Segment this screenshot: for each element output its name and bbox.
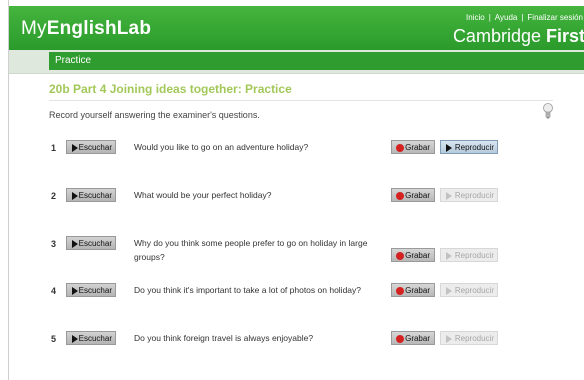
play-icon	[72, 240, 78, 248]
help-link[interactable]: Ayuda	[495, 13, 518, 22]
record-icon	[396, 144, 404, 152]
hint-lightbulb-icon[interactable]	[542, 102, 554, 120]
playback-button[interactable]: Reproducir	[440, 188, 498, 202]
listen-button[interactable]: Escuchar	[66, 283, 116, 297]
link-separator: |	[521, 13, 524, 22]
listen-button[interactable]: Escuchar	[66, 331, 116, 345]
question-number: 2	[51, 191, 57, 201]
play-icon	[446, 144, 452, 152]
play-icon	[72, 287, 78, 295]
listen-button-label: Escuchar	[78, 286, 112, 295]
logout-link[interactable]: Finalizar sesión	[527, 13, 583, 22]
listen-button[interactable]: Escuchar	[66, 188, 116, 202]
listen-button[interactable]: Escuchar	[66, 140, 116, 154]
header-bar: MyEnglishLab Inicio | Ayuda | Finalizar sesi…	[9, 6, 584, 50]
question-number: 5	[51, 334, 57, 344]
record-icon	[396, 287, 404, 295]
play-icon	[72, 335, 78, 343]
question-text: What would be your perfect holiday?	[134, 190, 272, 200]
playback-button-label: Reproducir	[454, 143, 494, 152]
listen-button-label: Escuchar	[78, 334, 112, 343]
question-number: 4	[51, 286, 57, 296]
playback-button[interactable]: Reproducir	[440, 248, 498, 262]
record-button[interactable]: Grabar	[391, 140, 435, 154]
question-number: 3	[51, 239, 57, 249]
product-title: Cambridge First	[453, 26, 584, 47]
record-button[interactable]: Grabar	[391, 283, 435, 297]
link-separator: |	[488, 13, 491, 22]
record-button-label: Grabar	[405, 251, 430, 260]
playback-button-label: Reproducir	[454, 191, 494, 200]
question-text: Do you think foreign travel is always en…	[134, 333, 314, 343]
tab-practice[interactable]: Practice	[49, 52, 584, 70]
play-icon	[446, 192, 452, 200]
listen-button-label: Escuchar	[78, 239, 112, 248]
play-icon	[446, 335, 452, 343]
brand-logo-part2: EnglishLab	[46, 18, 152, 39]
activity-title: 20b Part 4 Joining ideas together: Pract…	[49, 82, 292, 96]
question-text: Why do you think some people prefer to g…	[134, 238, 368, 262]
app-frame: MyEnglishLab Inicio | Ayuda | Finalizar sesi…	[8, 0, 584, 380]
playback-button[interactable]: Reproducir	[440, 283, 498, 297]
title-divider	[49, 100, 553, 101]
record-button-label: Grabar	[405, 143, 430, 152]
record-button[interactable]: Grabar	[391, 188, 435, 202]
record-button[interactable]: Grabar	[391, 248, 435, 262]
play-icon	[446, 252, 452, 260]
record-button[interactable]: Grabar	[391, 331, 435, 345]
play-icon	[72, 144, 78, 152]
listen-button[interactable]: Escuchar	[66, 236, 116, 250]
record-button-label: Grabar	[405, 334, 430, 343]
question-number: 1	[51, 143, 57, 153]
playback-button-label: Reproducir	[454, 334, 494, 343]
question-text: Would you like to go on an adventure hol…	[134, 142, 309, 152]
playback-button-label: Reproducir	[454, 286, 494, 295]
record-icon	[396, 252, 404, 260]
header-links: Inicio | Ayuda | Finalizar sesión	[466, 13, 583, 22]
playback-button-label: Reproducir	[454, 251, 494, 260]
product-title-part1: Cambridge	[452, 26, 546, 46]
playback-button[interactable]: Reproducir	[440, 331, 498, 345]
sub-navigation: Practice	[9, 50, 584, 74]
record-button-label: Grabar	[405, 191, 430, 200]
listen-button-label: Escuchar	[78, 143, 112, 152]
record-icon	[396, 335, 404, 343]
question-text: Do you think it's important to take a lo…	[134, 285, 362, 295]
product-title-part2: First	[545, 26, 584, 46]
play-icon	[72, 192, 78, 200]
playback-button[interactable]: Reproducir	[440, 140, 498, 154]
brand-logo: MyEnglishLab	[21, 18, 151, 40]
record-button-label: Grabar	[405, 286, 430, 295]
record-icon	[396, 192, 404, 200]
listen-button-label: Escuchar	[78, 191, 112, 200]
brand-logo-part1: My	[21, 18, 47, 39]
activity-instruction: Record yourself answering the examiner's…	[49, 110, 260, 120]
play-icon	[446, 287, 452, 295]
home-link[interactable]: Inicio	[466, 13, 485, 22]
